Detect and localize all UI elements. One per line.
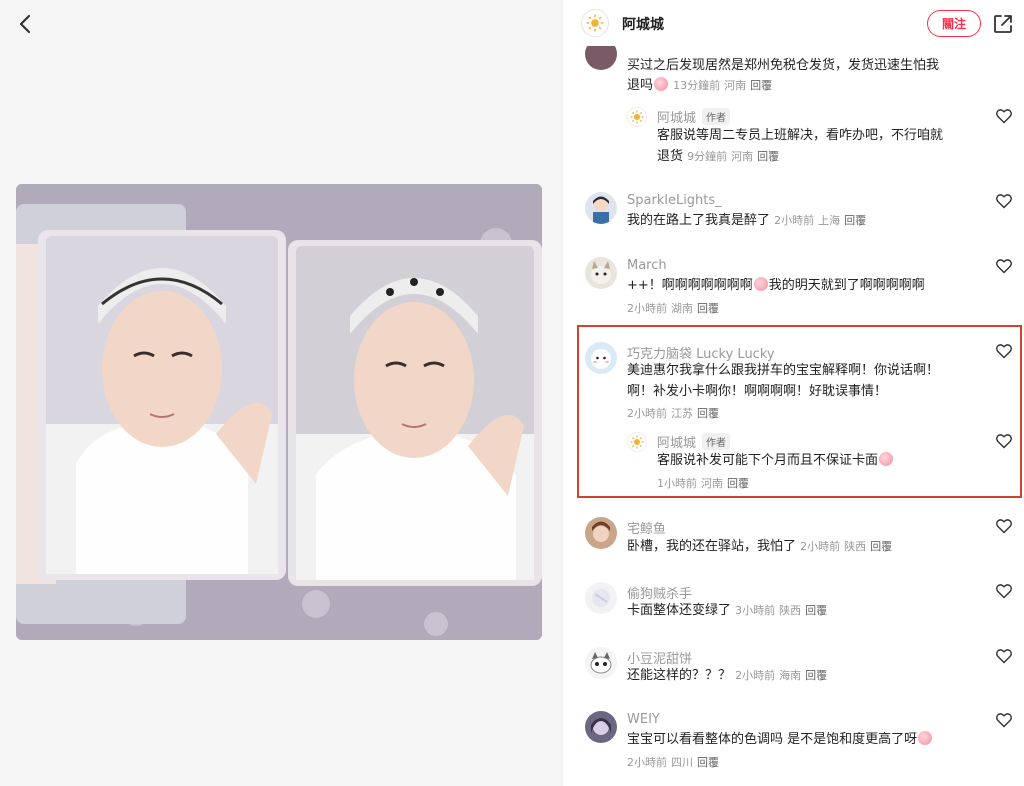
author-badge: 作者 bbox=[702, 433, 731, 450]
author-name[interactable]: 阿城城 bbox=[622, 14, 664, 34]
comment-text: 美迪惠尔我拿什么跟我拼车的宝宝解释啊！你说话啊！ bbox=[627, 363, 940, 378]
avatar[interactable] bbox=[585, 582, 617, 614]
comment-text: ++！啊啊啊啊啊啊啊 我的明天就到了啊啊啊啊啊 bbox=[627, 277, 925, 293]
heart-icon[interactable] bbox=[995, 432, 1013, 450]
comment-text: 卧槽，我的还在驿站，我怕了 2小時前 陕西 回覆 bbox=[627, 539, 893, 554]
comment-text: 宝宝可以看看整体的色调吗 是不是饱和度更高了呀 bbox=[627, 730, 933, 750]
comment-username[interactable]: WEIY bbox=[627, 712, 660, 727]
comment-text: 卡面整体还变绿了 3小時前 陕西 回覆 bbox=[627, 603, 828, 618]
share-icon bbox=[994, 15, 1012, 33]
post-header: 阿城城 關注 bbox=[563, 0, 1024, 46]
reply-button[interactable]: 回覆 bbox=[844, 214, 866, 227]
emoji-icon bbox=[918, 731, 933, 745]
heart-icon[interactable] bbox=[995, 517, 1013, 535]
reply-button[interactable]: 回覆 bbox=[727, 477, 749, 490]
heart-icon[interactable] bbox=[995, 342, 1013, 360]
reply-button[interactable]: 回覆 bbox=[697, 756, 719, 769]
emoji-icon bbox=[753, 277, 768, 291]
reply-username[interactable]: 阿城城 bbox=[657, 111, 696, 126]
comment-username[interactable]: 小豆泥甜饼 bbox=[627, 648, 692, 667]
author-avatar[interactable] bbox=[627, 432, 647, 452]
reply-button[interactable]: 回覆 bbox=[870, 540, 892, 553]
comments-pane: 买过之后发现居然是郑州免税仓发货，发货迅速生怕我 退吗 13分鐘前 河南 回覆 阿城… bbox=[563, 0, 1024, 786]
comment-username[interactable]: March bbox=[627, 258, 667, 273]
heart-icon[interactable] bbox=[995, 107, 1013, 125]
back-button[interactable] bbox=[10, 8, 42, 40]
sun-icon bbox=[630, 110, 644, 124]
comment-text: 还能这样的？？？ 2小時前 海南 回覆 bbox=[627, 668, 828, 683]
reply-text: 客服说等周二专员上班解决，看咋办吧，不行咱就 bbox=[657, 128, 944, 143]
avatar[interactable] bbox=[585, 647, 617, 679]
reply-text: 退货 9分鐘前 河南 回覆 bbox=[657, 149, 780, 164]
reply-button[interactable]: 回覆 bbox=[697, 302, 719, 315]
comment-text: 我的在路上了我真是醉了 2小時前 上海 回覆 bbox=[627, 213, 867, 228]
reply-button[interactable]: 回覆 bbox=[805, 669, 827, 682]
reply-button[interactable]: 回覆 bbox=[757, 150, 779, 163]
author-avatar[interactable] bbox=[627, 107, 647, 127]
chevron-left-icon bbox=[19, 14, 31, 34]
heart-icon[interactable] bbox=[995, 192, 1013, 210]
reply-button[interactable]: 回覆 bbox=[750, 79, 772, 92]
emoji-icon bbox=[879, 452, 894, 466]
heart-icon[interactable] bbox=[995, 711, 1013, 729]
author-avatar[interactable] bbox=[581, 9, 609, 37]
heart-icon[interactable] bbox=[995, 582, 1013, 600]
comment-username[interactable]: 巧克力脑袋 Lucky Lucky bbox=[627, 343, 775, 362]
media-pane bbox=[0, 0, 563, 786]
post-photo[interactable] bbox=[16, 184, 542, 640]
avatar[interactable] bbox=[585, 342, 617, 374]
comment-text: 退吗 13分鐘前 河南 回覆 bbox=[627, 77, 773, 93]
heart-icon[interactable] bbox=[995, 257, 1013, 275]
avatar[interactable] bbox=[585, 257, 617, 289]
comment-username[interactable]: 偷狗贼杀手 bbox=[627, 583, 692, 602]
avatar[interactable] bbox=[585, 517, 617, 549]
reply-text: 客服说补发可能下个月而且不保证卡面 bbox=[657, 451, 894, 471]
comment-text: 啊！补发小卡啊你！啊啊啊啊！好耽误事情！ bbox=[627, 384, 888, 399]
comment-list[interactable]: 买过之后发现居然是郑州免税仓发货，发货迅速生怕我 退吗 13分鐘前 河南 回覆 阿城… bbox=[563, 0, 1024, 786]
follow-button[interactable]: 關注 bbox=[927, 10, 981, 37]
avatar[interactable] bbox=[585, 711, 617, 743]
reply-username[interactable]: 阿城城 bbox=[657, 436, 696, 451]
heart-icon[interactable] bbox=[995, 647, 1013, 665]
comment-username[interactable]: 宅鲸鱼 bbox=[627, 518, 666, 537]
share-button[interactable] bbox=[991, 12, 1015, 36]
reply-button[interactable]: 回覆 bbox=[805, 604, 827, 617]
sun-icon bbox=[630, 435, 644, 449]
sun-icon bbox=[586, 14, 604, 32]
comment-text: 买过之后发现居然是郑州免税仓发货，发货迅速生怕我 bbox=[627, 58, 940, 73]
author-badge: 作者 bbox=[702, 108, 731, 125]
avatar[interactable] bbox=[585, 192, 617, 224]
reply-button[interactable]: 回覆 bbox=[697, 407, 719, 420]
emoji-icon bbox=[654, 77, 669, 91]
comment-username[interactable]: SparkleLights_ bbox=[627, 193, 722, 208]
